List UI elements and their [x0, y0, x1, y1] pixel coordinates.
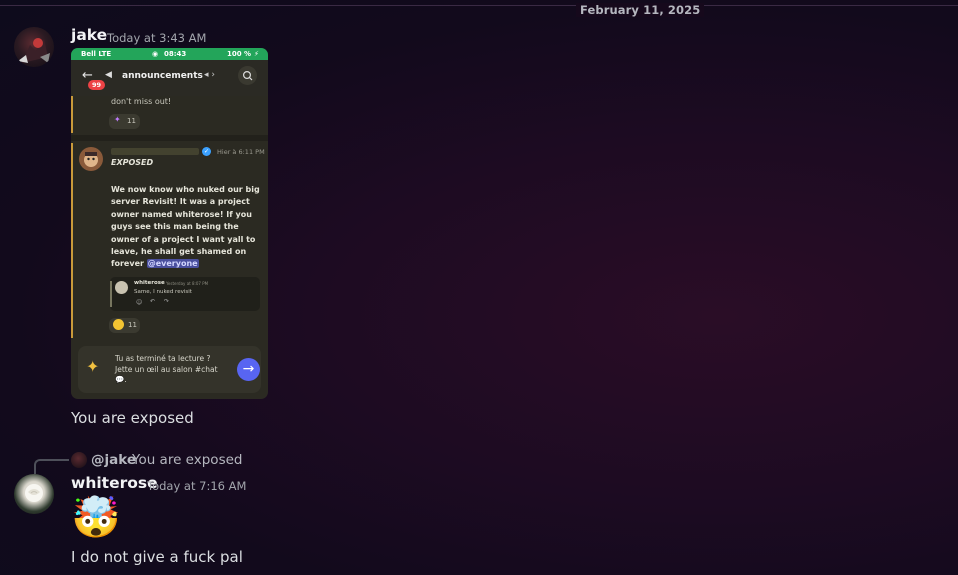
post-avatar — [79, 147, 103, 171]
timestamp: Today at 3:43 AM — [107, 31, 207, 45]
status-battery: 100 % — [227, 50, 252, 58]
banner-line-2: Jette un œil au salon #chat — [115, 365, 218, 374]
channel-name: announcements — [122, 71, 203, 81]
quote-bar — [71, 96, 73, 133]
post-time: Hier à 6:11 PM — [217, 148, 265, 156]
phone-status-bar: Bell LTE ◉ 08:43 100 % ⚡ — [71, 48, 268, 60]
date-divider: February 11, 2025 — [0, 3, 958, 17]
reply-arrow-icon: ↶ — [150, 298, 156, 305]
emoji-react-icon: ☺ — [136, 299, 143, 306]
reaction-count: 11 — [127, 117, 136, 125]
embed-time: Yesterday at 8:07 PM — [166, 281, 209, 286]
embed-username: whiterose — [134, 280, 165, 286]
message-text: You are exposed — [71, 409, 194, 427]
reaction-pill: 11 — [109, 318, 140, 333]
post-body: We now know who nuked our big server Rev… — [111, 184, 263, 271]
screenshot-attachment[interactable]: Bell LTE ◉ 08:43 100 % ⚡ ← 99 ◀ announce… — [71, 48, 268, 399]
reaction-count: 11 — [128, 321, 137, 329]
reaction-pill: ✦ 11 — [109, 114, 140, 129]
everyone-mention: @everyone — [146, 259, 199, 269]
avatar[interactable] — [14, 27, 54, 67]
date-label: February 11, 2025 — [576, 3, 705, 17]
post-heading: EXPOSED — [111, 158, 154, 167]
reply-username[interactable]: @jake — [91, 452, 136, 468]
crying-emoji-icon — [113, 319, 124, 330]
username[interactable]: whiterose — [71, 474, 158, 492]
channel-chevron-icon: ◂ › — [204, 70, 215, 80]
search-icon — [238, 66, 257, 85]
party-emoji-icon: ✦ — [86, 357, 100, 376]
embedded-message: whiterose Yesterday at 8:07 PM Same, I n… — [110, 277, 260, 311]
banner-arrow-button: → — [237, 358, 260, 381]
sparkle-emoji-icon: ✦ — [114, 115, 121, 124]
status-time: 08:43 — [164, 50, 187, 58]
banner-line-3: 💬. — [115, 375, 127, 384]
avatar[interactable] — [14, 474, 54, 514]
post-author-redacted — [111, 148, 199, 155]
section-divider — [71, 135, 268, 141]
megaphone-icon: ◀ — [105, 70, 112, 80]
banner-line-1: Tu as terminé ta lecture ? — [115, 354, 211, 363]
previous-message-text: don't miss out! — [111, 97, 172, 106]
reply-avatar — [71, 452, 87, 468]
status-carrier: Bell LTE — [81, 50, 112, 58]
username[interactable]: jake — [71, 26, 107, 44]
timestamp: Today at 7:16 AM — [147, 479, 247, 493]
unread-badge: 99 — [88, 80, 106, 90]
message-text: I do not give a fuck pal — [71, 548, 243, 566]
quote-bar — [71, 143, 73, 338]
reply-preview-text[interactable]: You are exposed — [132, 452, 242, 468]
forward-arrow-icon: ↷ — [164, 298, 170, 305]
avatar-art-icon — [18, 38, 50, 63]
embed-avatar — [115, 281, 128, 294]
battery-icon: ⚡ — [254, 50, 259, 58]
white-rose-icon — [25, 484, 43, 502]
quote-bar — [110, 281, 112, 307]
read-complete-banner: ✦ Tu as terminé ta lecture ? Jette un œi… — [78, 346, 261, 393]
verified-icon: ✓ — [202, 147, 211, 156]
eye-icon: ◉ — [152, 50, 159, 58]
mind-blown-emoji: 🤯 — [71, 495, 121, 541]
reply-connector — [34, 459, 69, 474]
post-body-text: We now know who nuked our big server Rev… — [111, 185, 260, 269]
embed-text: Same, I nuked revisit — [134, 289, 192, 295]
phone-app-bar: ← 99 ◀ announcements ◂ › — [71, 60, 268, 96]
